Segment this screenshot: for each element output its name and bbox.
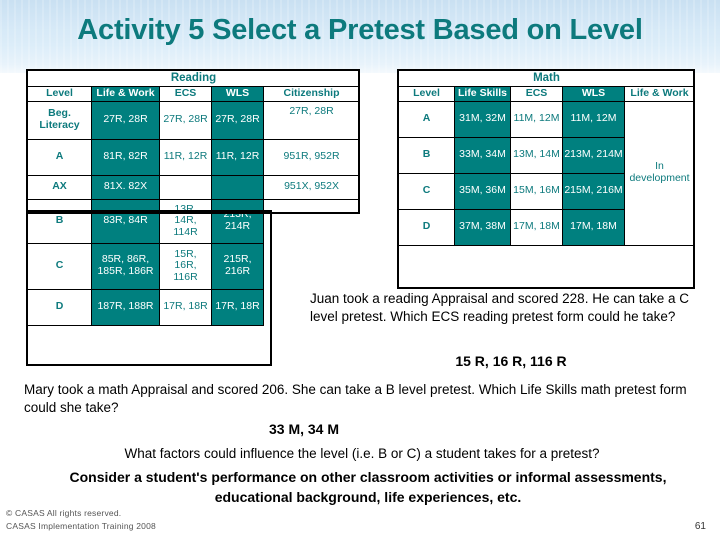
- mary-question-text: Mary took a math Appraisal and scored 20…: [24, 382, 687, 415]
- reading-ecs: 13R, 14R, 114R: [159, 198, 212, 244]
- page-number: 61: [694, 521, 706, 532]
- table-row: B 83R, 84R 13R, 14R, 114R 213R, 214R: [27, 198, 360, 244]
- math-col-life-skills: Life Skills: [454, 85, 511, 102]
- mary-answer-text: 33 M, 34 M: [268, 421, 340, 437]
- reading-wls: 11R, 12R: [211, 138, 264, 176]
- math-ecs: 15M, 16M: [510, 172, 563, 210]
- reading-col-life-work: Life & Work: [91, 85, 160, 102]
- reading-life-work: 27R, 28R: [91, 100, 160, 140]
- math-wls: 215M, 216M: [562, 172, 625, 210]
- math-level: A: [398, 100, 455, 138]
- reading-citizenship: 951R, 952R: [262, 138, 361, 176]
- table-row: AX 81X. 82X 951X, 952X: [27, 174, 361, 200]
- table-row-header: Level Life & Work ECS WLS Citizenship: [27, 85, 361, 102]
- reading-ecs: 27R, 28R: [159, 100, 212, 140]
- reading-caption: Reading: [26, 70, 361, 87]
- reading-level: B: [27, 198, 92, 244]
- table-row: A 81R, 82R 11R, 12R 11R, 12R 951R, 952R: [27, 138, 361, 176]
- slide-canvas: Activity 5 Select a Pretest Based on Lev…: [0, 0, 720, 540]
- training-line: CASAS Implementation Training 2008: [6, 521, 156, 531]
- reading-col-citizenship: Citizenship: [262, 85, 361, 102]
- reading-citizenship-empty: [264, 243, 360, 289]
- page-title: Activity 5 Select a Pretest Based on Lev…: [77, 14, 643, 46]
- table-row-header: Level Life Skills ECS WLS Life & Work: [398, 85, 695, 102]
- reading-wls: 215R, 216R: [211, 242, 264, 290]
- table-row: C 85R, 86R, 185R, 186R 15R, 16R, 116R 215R…: [27, 242, 360, 290]
- math-col-level: Level: [398, 85, 455, 102]
- reading-level: A: [27, 138, 92, 176]
- juan-answer-text: 15 R, 16 R, 116 R: [455, 353, 567, 369]
- reading-life-work: 81X. 82X: [91, 174, 160, 200]
- math-level: D: [398, 208, 455, 246]
- table-row-caption: Reading: [26, 70, 361, 87]
- reading-col-ecs: ECS: [159, 85, 212, 102]
- factors-answer-text: Consider a student's performance on othe…: [69, 469, 667, 505]
- reading-life-work: 187R, 188R: [91, 288, 160, 326]
- reading-wls: [211, 174, 264, 200]
- reading-ecs: 11R, 12R: [159, 138, 212, 176]
- math-col-wls: WLS: [562, 85, 625, 102]
- math-level: C: [398, 172, 455, 210]
- reading-wls: 213R, 214R: [211, 198, 264, 244]
- math-ecs: 13M, 14M: [510, 136, 563, 174]
- reading-col-wls: WLS: [211, 85, 264, 102]
- math-wls: 11M, 12M: [562, 100, 625, 138]
- reading-wls: 27R, 28R: [211, 100, 264, 140]
- reading-col-level: Level: [27, 85, 92, 102]
- reading-level: C: [27, 242, 92, 290]
- reading-level: D: [27, 288, 92, 326]
- math-ecs: 17M, 18M: [510, 208, 563, 246]
- math-level: B: [398, 136, 455, 174]
- table-row-caption: Math: [398, 70, 695, 87]
- reading-ecs: 15R, 16R, 116R: [159, 242, 212, 290]
- reading-ecs: 17R, 18R: [159, 288, 212, 326]
- juan-question-text: Juan took a reading Appraisal and scored…: [310, 291, 689, 324]
- math-col-ecs: ECS: [510, 85, 563, 102]
- math-life-skills: 33M, 34M: [454, 136, 511, 174]
- reading-ecs: [159, 174, 212, 200]
- copyright-line: © CASAS All rights reserved.: [6, 508, 122, 518]
- factors-question-text: What factors could influence the level (…: [124, 446, 600, 461]
- reading-wls: 17R, 18R: [211, 288, 264, 326]
- math-wls: 213M, 214M: [562, 136, 625, 174]
- reading-citizenship-empty: [264, 199, 360, 243]
- math-life-work-note: In development: [624, 100, 695, 246]
- table-row: A 31M, 32M 11M, 12M 11M, 12M In developm…: [398, 100, 695, 246]
- math-ecs: 11M, 12M: [510, 100, 563, 138]
- math-pretest-table: Math Level Life Skills ECS WLS Life & Wo…: [398, 70, 695, 246]
- reading-life-work: 81R, 82R: [91, 138, 160, 176]
- reading-pretest-table: Reading Level Life & Work ECS WLS Citize…: [26, 70, 361, 326]
- table-row: Beg. Literacy 27R, 28R 27R, 28R 27R, 28R…: [27, 100, 361, 140]
- reading-citizenship: 951X, 952X: [262, 174, 361, 200]
- reading-level: Beg. Literacy: [27, 100, 92, 140]
- math-wls: 17M, 18M: [562, 208, 625, 246]
- reading-level: AX: [27, 174, 92, 200]
- math-life-skills: 37M, 38M: [454, 208, 511, 246]
- math-life-skills: 31M, 32M: [454, 100, 511, 138]
- reading-citizenship: 27R, 28R: [262, 100, 361, 140]
- reading-life-work: 83R, 84R: [91, 198, 160, 244]
- reading-life-work: 85R, 86R, 185R, 186R: [91, 242, 160, 290]
- math-col-life-work: Life & Work: [624, 85, 695, 102]
- math-life-skills: 35M, 36M: [454, 172, 511, 210]
- math-caption: Math: [398, 70, 695, 87]
